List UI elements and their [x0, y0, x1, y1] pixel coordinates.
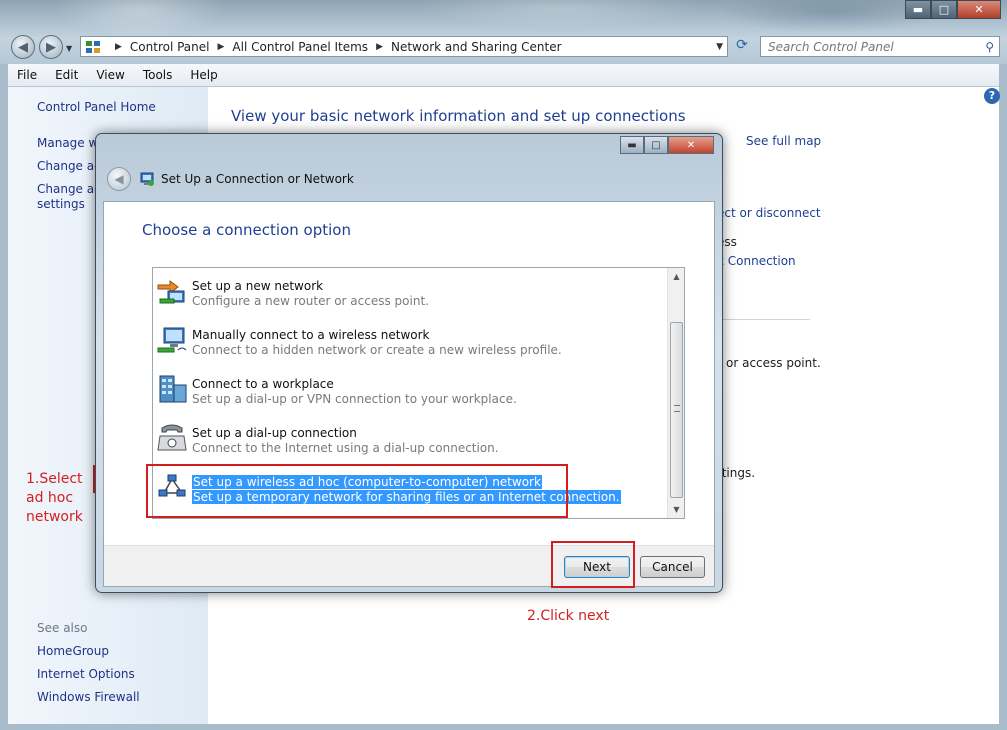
menu-tools[interactable]: Tools — [134, 68, 182, 82]
option-title: Connect to a workplace — [192, 377, 334, 391]
page-title: View your basic network information and … — [231, 107, 686, 125]
address-dropdown-icon[interactable]: ▼ — [716, 42, 723, 52]
window-frame-left — [0, 64, 8, 730]
maximize-button[interactable]: □ — [931, 0, 957, 19]
change-advanced-link-line2[interactable]: settings — [37, 197, 85, 211]
dialog-close-button[interactable]: ✕ — [668, 136, 714, 154]
menu-bar: File Edit View Tools Help — [8, 64, 999, 87]
breadcrumb-network-sharing[interactable]: Network and Sharing Center — [391, 40, 562, 54]
refresh-icon[interactable]: ⟳ — [732, 37, 752, 57]
next-button[interactable]: Next — [564, 556, 630, 578]
new-network-icon — [157, 280, 185, 304]
annotation-step2: 2.Click next — [527, 608, 610, 624]
wireless-network-icon — [157, 327, 187, 353]
connection-options-list: Set up a new network Configure a new rou… — [152, 267, 685, 519]
homegroup-link[interactable]: HomeGroup — [37, 644, 109, 658]
menu-file[interactable]: File — [8, 68, 46, 82]
window-frame-right — [999, 64, 1007, 730]
scroll-up-icon[interactable]: ▲ — [668, 268, 684, 285]
close-button[interactable]: ✕ — [957, 0, 1001, 19]
list-item-selected[interactable]: Set up a wireless ad hoc (computer-to-co… — [153, 464, 668, 508]
control-panel-home-link[interactable]: Control Panel Home — [37, 100, 156, 114]
list-scrollbar[interactable]: ▲ ▼ — [667, 268, 684, 518]
network-setup-icon — [140, 172, 154, 186]
dialog-body: Choose a connection option Set up a new … — [103, 201, 715, 587]
breadcrumb-chevron-icon[interactable]: ▶ — [115, 42, 122, 52]
workplace-icon — [159, 375, 187, 403]
setup-connection-dialog: ▬ □ ✕ ◀ Set Up a Connection or Network C… — [95, 133, 723, 593]
forward-button[interactable]: ▶ — [39, 35, 63, 59]
menu-help[interactable]: Help — [181, 68, 226, 82]
window-controls: ▬ □ ✕ — [905, 0, 1001, 19]
back-button[interactable]: ◀ — [11, 35, 35, 59]
option-description: Set up a temporary network for sharing f… — [192, 490, 621, 504]
breadcrumb-all-items[interactable]: All Control Panel Items — [232, 40, 368, 54]
menu-view[interactable]: View — [87, 68, 133, 82]
option-title: Set up a dial-up connection — [192, 426, 357, 440]
option-description: Set up a dial-up or VPN connection to yo… — [192, 392, 517, 406]
internet-options-link[interactable]: Internet Options — [37, 667, 135, 681]
list-item[interactable]: Connect to a workplace Set up a dial-up … — [153, 366, 668, 410]
access-point-text: or access point. — [726, 356, 821, 370]
address-bar[interactable]: ▶ Control Panel ▶ All Control Panel Item… — [80, 36, 728, 57]
manage-wireless-link[interactable]: Manage wi — [37, 136, 102, 150]
grip-icon — [674, 405, 680, 412]
search-placeholder: Search Control Panel — [768, 39, 894, 54]
dialog-heading: Choose a connection option — [142, 221, 351, 239]
minimize-button[interactable]: ▬ — [905, 0, 931, 19]
scroll-down-icon[interactable]: ▼ — [668, 501, 684, 518]
search-icon[interactable]: ⚲ — [985, 40, 994, 54]
dialog-back-button[interactable]: ◀ — [107, 167, 131, 191]
scroll-thumb[interactable] — [670, 322, 683, 498]
option-title: Set up a wireless ad hoc (computer-to-co… — [192, 475, 542, 489]
dialog-footer: Next Cancel — [104, 545, 714, 586]
windows-firewall-link[interactable]: Windows Firewall — [37, 690, 140, 704]
option-description: Connect to the Internet using a dial-up … — [192, 441, 499, 455]
annotation-step1-line1: 1.Select — [26, 471, 83, 487]
dialog-title: Set Up a Connection or Network — [161, 172, 354, 186]
see-also-label: See also — [37, 621, 88, 635]
control-panel-icon — [86, 40, 100, 53]
list-item[interactable]: Manually connect to a wireless network C… — [153, 317, 668, 361]
option-title: Set up a new network — [192, 279, 324, 293]
option-title: Manually connect to a wireless network — [192, 328, 430, 342]
change-adapter-link[interactable]: Change ad — [37, 159, 102, 173]
adhoc-network-icon — [158, 474, 186, 497]
breadcrumb-chevron-icon[interactable]: ▶ — [376, 42, 383, 52]
list-item[interactable]: Set up a new network Configure a new rou… — [153, 268, 668, 312]
dialup-phone-icon — [157, 424, 187, 451]
dialog-maximize-button[interactable]: □ — [644, 136, 668, 154]
window-frame-bottom — [0, 724, 1007, 730]
connection-link[interactable]: k Connection — [717, 254, 796, 268]
cancel-button[interactable]: Cancel — [640, 556, 705, 578]
annotation-step1: 1.Select ad hoc network — [26, 470, 83, 527]
menu-edit[interactable]: Edit — [46, 68, 87, 82]
help-icon[interactable]: ? — [984, 88, 1000, 104]
dialog-minimize-button[interactable]: ▬ — [620, 136, 644, 154]
option-description: Configure a new router or access point. — [192, 294, 429, 308]
search-input[interactable]: Search Control Panel ⚲ — [760, 36, 1000, 57]
annotation-step1-line3: network — [26, 509, 83, 525]
back-arrow-icon: ◀ — [114, 172, 124, 186]
annotation-step1-line2: ad hoc — [26, 490, 74, 506]
back-arrow-icon: ◀ — [18, 39, 28, 55]
connect-disconnect-link[interactable]: ect or disconnect — [717, 206, 821, 220]
see-full-map-link[interactable]: See full map — [746, 134, 821, 148]
change-advanced-link[interactable]: Change ad — [37, 182, 102, 196]
list-item[interactable]: Set up a dial-up connection Connect to t… — [153, 415, 668, 459]
breadcrumb-control-panel[interactable]: Control Panel — [130, 40, 210, 54]
option-description: Connect to a hidden network or create a … — [192, 343, 562, 357]
breadcrumb-chevron-icon[interactable]: ▶ — [218, 42, 225, 52]
forward-arrow-icon: ▶ — [46, 39, 56, 55]
dialog-window-controls: ▬ □ ✕ — [620, 136, 714, 154]
recent-pages-dropdown-icon[interactable]: ▼ — [66, 44, 72, 53]
divider — [716, 319, 810, 320]
